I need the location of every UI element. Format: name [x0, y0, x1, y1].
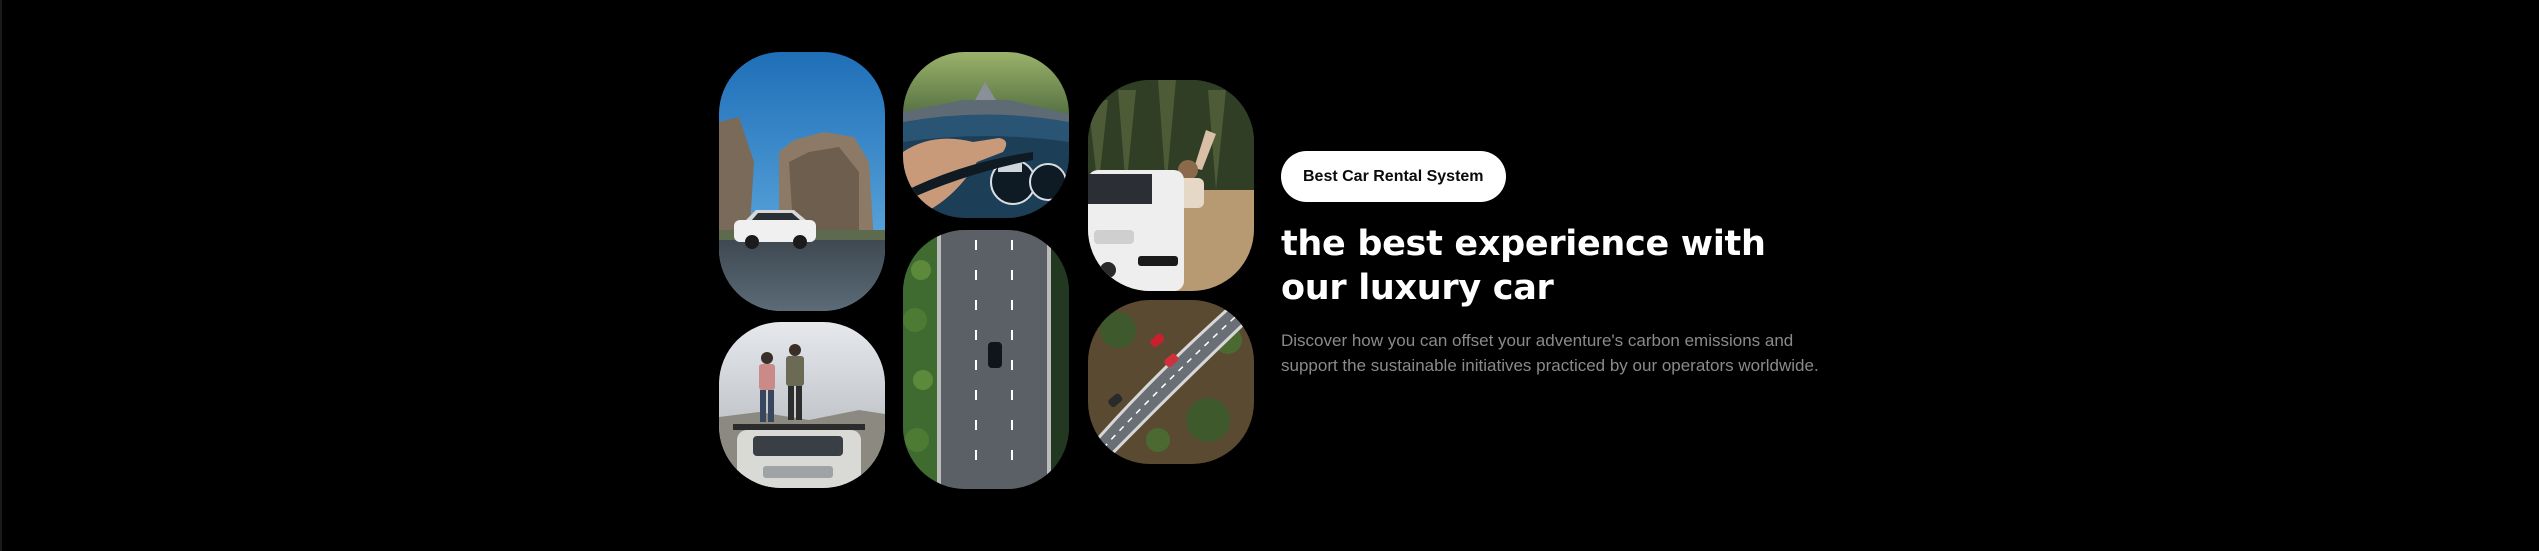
hand-on-steering-wheel-photo — [903, 52, 1069, 218]
hero-headline: the best experience with our luxury car — [1281, 224, 1766, 308]
aerial-curved-road-with-cars-photo — [1088, 300, 1254, 464]
hero-content: Best Car Rental System the best experien… — [1281, 151, 1841, 378]
two-people-standing-on-car-roof-photo — [719, 322, 885, 488]
hero-description: Discover how you can offset your adventu… — [1281, 331, 1819, 375]
woman-waving-from-car-window-photo — [1088, 80, 1254, 291]
image-gallery — [0, 0, 2539, 551]
best-car-rental-system-badge[interactable]: Best Car Rental System — [1281, 151, 1506, 202]
suv-parked-by-rock-cliffs-photo — [719, 52, 885, 311]
aerial-highway-with-car-photo — [903, 230, 1069, 489]
